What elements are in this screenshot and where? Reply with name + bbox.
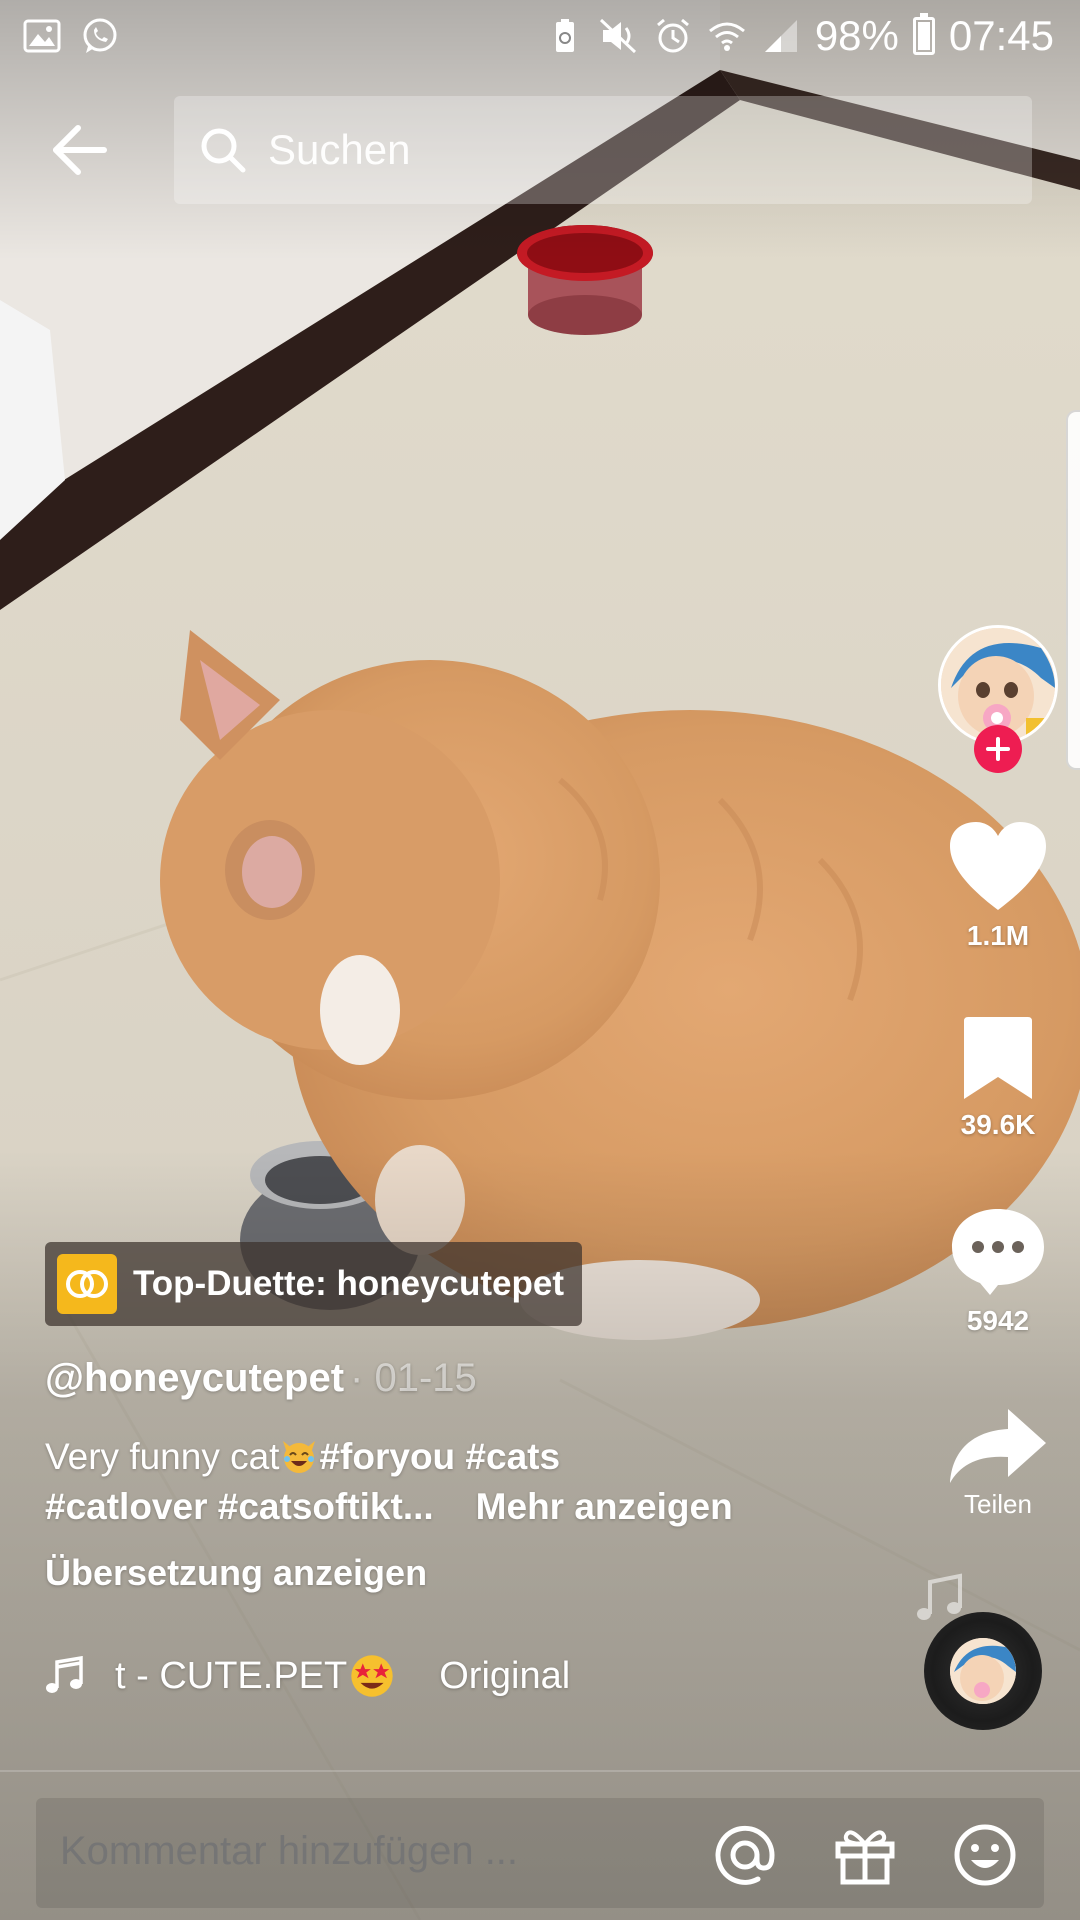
- show-translation-link[interactable]: Übersetzung anzeigen: [45, 1552, 427, 1594]
- back-arrow-icon: [53, 125, 107, 175]
- comment-count: 5942: [966, 1305, 1030, 1336]
- duet-icon: [57, 1254, 117, 1314]
- bookmark-icon: [964, 1017, 1032, 1099]
- gift-icon[interactable]: [832, 1822, 898, 1888]
- battery-icon: [912, 13, 935, 55]
- creator-avatar[interactable]: [938, 625, 1058, 773]
- whatsapp-icon: [83, 18, 117, 53]
- share-button[interactable]: Teilen: [933, 1405, 1063, 1520]
- back-button[interactable]: [50, 110, 150, 190]
- plus-icon: [986, 737, 1010, 761]
- music-title: t - CUTE.PET: [115, 1654, 348, 1697]
- post-date: · 01-15: [350, 1356, 477, 1400]
- music-disc-cover: [950, 1638, 1016, 1704]
- share-label: Teilen: [964, 1489, 1032, 1519]
- show-more-link[interactable]: Mehr anzeigen: [476, 1486, 733, 1527]
- video-overlay-gradient: [0, 0, 1080, 1920]
- alarm-icon: [656, 18, 689, 53]
- battery-saver-icon: [555, 19, 574, 52]
- music-disc[interactable]: [924, 1612, 1042, 1730]
- music-note-icon: [46, 1656, 83, 1693]
- status-bar: 98% 07:45: [0, 0, 1080, 76]
- edge-panel-handle[interactable]: [1066, 410, 1080, 770]
- signal-icon: [764, 20, 797, 52]
- wifi-icon: [708, 22, 745, 51]
- gallery-icon: [23, 19, 61, 53]
- video-caption: Very funny cat #foryou #cats #catlover #…: [45, 1432, 905, 1532]
- top-duets-badge[interactable]: Top-Duette: honeycutepet: [45, 1242, 583, 1326]
- duet-badge-label: Top-Duette: honeycutepet: [133, 1264, 565, 1303]
- caption-text: Very funny cat: [45, 1436, 280, 1477]
- heart-icon: [950, 822, 1046, 910]
- comment-button[interactable]: 5942: [933, 1205, 1063, 1337]
- caption-hashtags-line1[interactable]: #foryou #cats: [319, 1436, 560, 1477]
- search-icon: [201, 128, 246, 173]
- like-count: 1.1M: [966, 920, 1030, 951]
- save-button[interactable]: 39.6K: [933, 1015, 1063, 1141]
- cat-laughing-emoji-icon: [283, 1441, 316, 1473]
- mention-icon[interactable]: [712, 1822, 778, 1888]
- username-line[interactable]: @honeycutepet · 01-15: [45, 1356, 477, 1401]
- comment-input[interactable]: [58, 1828, 662, 1875]
- share-arrow-icon: [950, 1409, 1046, 1483]
- save-count: 39.6K: [960, 1109, 1036, 1140]
- username[interactable]: @honeycutepet: [45, 1356, 344, 1400]
- comment-bar[interactable]: [36, 1798, 1044, 1908]
- emoji-icon[interactable]: [952, 1822, 1018, 1888]
- star-eyes-emoji-icon: [351, 1655, 393, 1697]
- comment-bubble-icon: [952, 1209, 1044, 1295]
- follow-button[interactable]: [974, 725, 1022, 773]
- caption-hashtags-line2[interactable]: #catlover #catsoftikt...: [45, 1486, 434, 1527]
- music-info[interactable]: t - CUTE.PET Original: [45, 1648, 570, 1704]
- battery-percent: 98%: [814, 12, 899, 59]
- clock: 07:45: [948, 12, 1054, 59]
- music-original-label: Original: [439, 1654, 571, 1697]
- search-bar[interactable]: Suchen: [174, 96, 1032, 204]
- like-button[interactable]: 1.1M: [933, 820, 1063, 952]
- mute-icon: [599, 18, 636, 54]
- comment-divider: [0, 1770, 1080, 1772]
- search-placeholder: Suchen: [268, 126, 411, 173]
